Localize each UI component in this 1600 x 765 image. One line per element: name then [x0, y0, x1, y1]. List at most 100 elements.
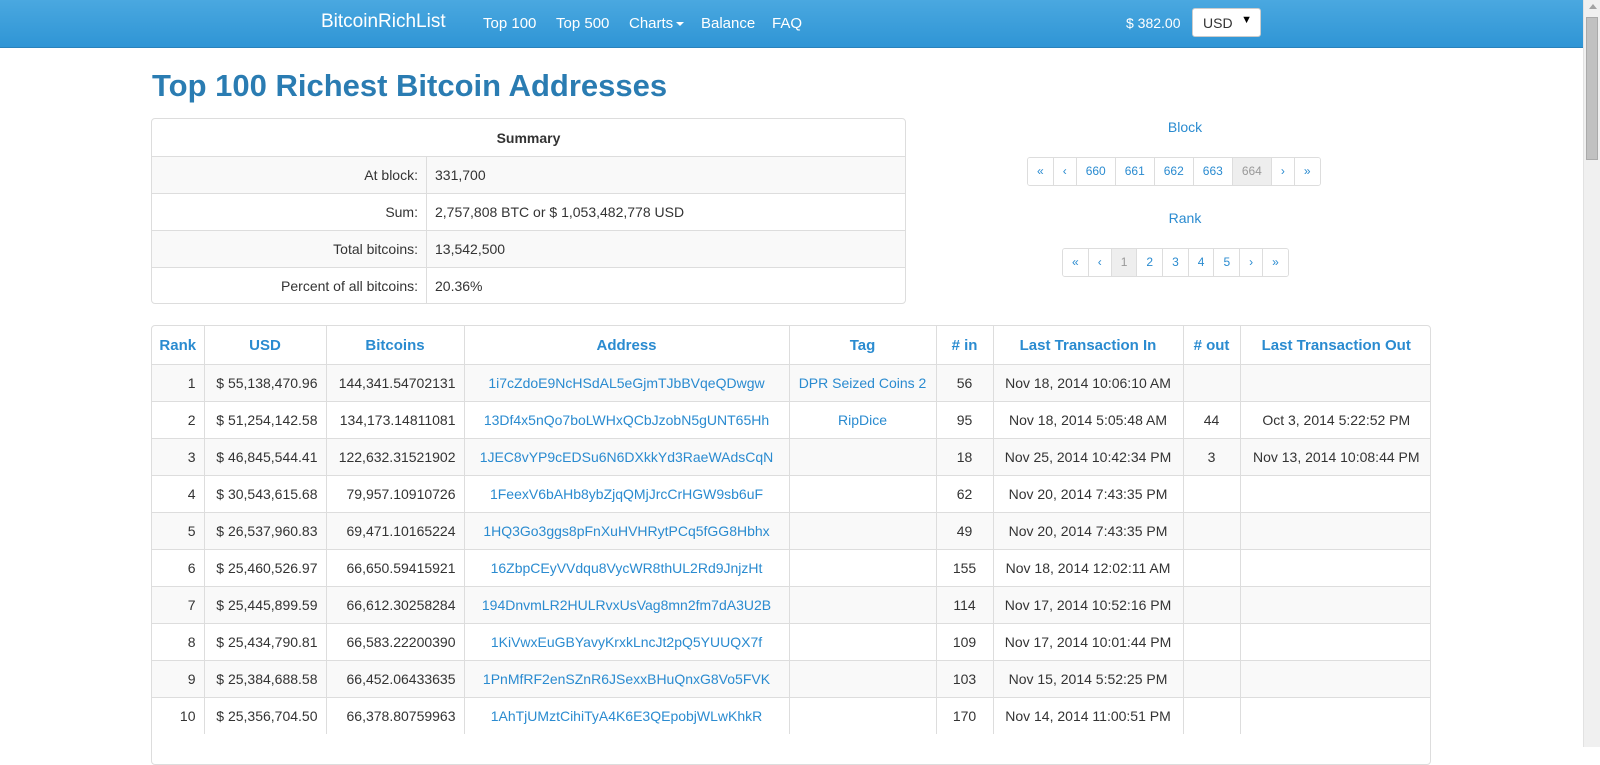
cell-num-out — [1182, 586, 1240, 624]
table-row: 1 $ 55,138,470.96 144,341.54702131 1i7cZdoE… — [152, 364, 1430, 402]
cell-rank: 5 — [152, 512, 204, 550]
nav-balance[interactable]: Balance — [701, 15, 755, 32]
rank-pager-label[interactable]: Rank — [1150, 210, 1220, 226]
cell-num-out: 44 — [1182, 401, 1240, 439]
cell-usd: $ 30,543,615.68 — [203, 475, 326, 513]
summary-value: 331,700 — [426, 156, 905, 194]
block-page-1[interactable]: ‹ — [1052, 158, 1076, 185]
column-header-num-out[interactable]: # out — [1182, 326, 1240, 365]
column-header-rank[interactable]: Rank — [152, 326, 204, 365]
cell-tag — [788, 623, 936, 661]
cell-num-in: 114 — [935, 586, 993, 624]
cell-tag — [788, 512, 936, 550]
cell-num-out — [1182, 364, 1240, 402]
summary-row: At block: 331,700 — [152, 156, 905, 194]
rank-page-5[interactable]: 4 — [1187, 249, 1214, 276]
cell-address[interactable]: 194DnvmLR2HULRvxUsVag8mn2fm7dA3U2B — [463, 586, 789, 624]
table-row: 2 $ 51,254,142.58 134,173.14811081 13Df4x5n… — [152, 401, 1430, 439]
cell-tag[interactable]: RipDice — [788, 401, 936, 439]
currency-select[interactable]: USD ▼ — [1192, 8, 1261, 37]
cell-num-out — [1182, 623, 1240, 661]
cell-bitcoins: 66,378.80759963 — [325, 697, 464, 734]
cell-tag — [788, 438, 936, 476]
column-header-usd[interactable]: USD — [203, 326, 326, 365]
cell-bitcoins: 134,173.14811081 — [325, 401, 464, 439]
brand-logo[interactable]: BitcoinRichList — [321, 11, 446, 33]
block-page-5[interactable]: 663 — [1192, 158, 1232, 185]
block-page-2[interactable]: 660 — [1075, 158, 1115, 185]
table-header-row: Rank USD Bitcoins Address Tag # in Last Transa… — [152, 326, 1430, 365]
nav-top-500[interactable]: Top 500 — [556, 15, 609, 32]
block-page-8[interactable]: » — [1293, 158, 1320, 185]
column-header-num-in[interactable]: # in — [935, 326, 993, 365]
column-header-last-tx-out[interactable]: Last Transaction Out — [1239, 326, 1430, 365]
cell-bitcoins: 69,471.10165224 — [325, 512, 464, 550]
rank-page-0[interactable]: « — [1063, 249, 1088, 276]
block-page-3[interactable]: 661 — [1114, 158, 1154, 185]
cell-num-in: 18 — [935, 438, 993, 476]
cell-last-tx-in: Nov 17, 2014 10:01:44 PM — [992, 623, 1183, 661]
nav-faq[interactable]: FAQ — [772, 15, 802, 32]
cell-num-in: 62 — [935, 475, 993, 513]
scroll-up-icon[interactable] — [1589, 4, 1597, 9]
cell-tag — [788, 697, 936, 734]
block-pager-label[interactable]: Block — [1150, 119, 1220, 135]
richlist-table-wrap: Rank USD Bitcoins Address Tag # in Last Transa… — [151, 325, 1431, 765]
cell-address[interactable]: 1HQ3Go3ggs8pFnXuHVHRytPCq5fGG8Hbhx — [463, 512, 789, 550]
richlist-table: Rank USD Bitcoins Address Tag # in Last Transa… — [152, 326, 1430, 734]
column-header-last-tx-in[interactable]: Last Transaction In — [992, 326, 1183, 365]
table-row: 8 $ 25,434,790.81 66,583.22200390 1KiVwxEuG… — [152, 623, 1430, 661]
cell-bitcoins: 122,632.31521902 — [325, 438, 464, 476]
cell-address[interactable]: 1i7cZdoE9NcHSdAL5eGjmTJbBVqeQDwgw — [463, 364, 789, 402]
summary-row: Percent of all bitcoins: 20.36% — [152, 267, 905, 303]
cell-address[interactable]: 1KiVwxEuGBYavyKrxkLncJt2pQ5YUUQX7f — [463, 623, 789, 661]
block-page-6[interactable]: 664 — [1231, 158, 1271, 185]
cell-address[interactable]: 13Df4x5nQo7boLWHxQCbJzobN5gUNT65Hh — [463, 401, 789, 439]
table-row: 4 $ 30,543,615.68 79,957.10910726 1FeexV6bA… — [152, 475, 1430, 513]
cell-last-tx-out — [1239, 697, 1430, 734]
rank-page-7[interactable]: › — [1239, 249, 1263, 276]
cell-last-tx-out: Oct 3, 2014 5:22:52 PM — [1239, 401, 1430, 439]
cell-usd: $ 25,434,790.81 — [203, 623, 326, 661]
cell-num-in: 49 — [935, 512, 993, 550]
column-header-address[interactable]: Address — [463, 326, 789, 365]
rank-page-2[interactable]: 1 — [1110, 249, 1137, 276]
cell-usd: $ 46,845,544.41 — [203, 438, 326, 476]
cell-last-tx-in: Nov 20, 2014 7:43:35 PM — [992, 475, 1183, 513]
page-scrollbar[interactable] — [1583, 0, 1600, 747]
rank-page-8[interactable]: » — [1262, 249, 1288, 276]
cell-address[interactable]: 1JEC8vYP9cEDSu6N6DXkkYd3RaeWAdsCqN — [463, 438, 789, 476]
cell-last-tx-in: Nov 18, 2014 5:05:48 AM — [992, 401, 1183, 439]
rank-page-4[interactable]: 3 — [1162, 249, 1188, 276]
cell-num-in: 56 — [935, 364, 993, 402]
column-header-bitcoins[interactable]: Bitcoins — [325, 326, 464, 365]
summary-label: At block: — [152, 156, 427, 194]
cell-address[interactable]: 1FeexV6bAHb8ybZjqQMjJrcCrHGW9sb6uF — [463, 475, 789, 513]
cell-address[interactable]: 1AhTjUMztCihiTyA4K6E3QEpobjWLwKhkR — [463, 697, 789, 734]
btc-price: $ 382.00 — [1126, 15, 1181, 31]
summary-table: Summary At block: 331,700 Sum: 2,757,808… — [151, 118, 906, 304]
cell-bitcoins: 66,650.59415921 — [325, 549, 464, 587]
cell-address[interactable]: 1PnMfRF2enSZnR6JSexxBHuQnxG8Vo5FVK — [463, 660, 789, 698]
block-page-0[interactable]: « — [1028, 158, 1053, 185]
rank-pagination: «‹ 1 2 3 4 5 ›» — [1062, 248, 1289, 277]
cell-address[interactable]: 16ZbpCEyVVdqu8VycWR8thUL2Rd9JnjzHt — [463, 549, 789, 587]
nav-charts[interactable]: Charts — [629, 15, 685, 32]
cell-bitcoins: 79,957.10910726 — [325, 475, 464, 513]
rank-page-6[interactable]: 5 — [1213, 249, 1240, 276]
column-header-tag[interactable]: Tag — [788, 326, 936, 365]
cell-last-tx-in: Nov 17, 2014 10:52:16 PM — [992, 586, 1183, 624]
cell-rank: 9 — [152, 660, 204, 698]
cell-tag[interactable]: DPR Seized Coins 2 — [788, 364, 936, 402]
nav-charts-label: Charts — [629, 15, 674, 32]
rank-page-3[interactable]: 2 — [1136, 249, 1163, 276]
block-page-4[interactable]: 662 — [1153, 158, 1193, 185]
cell-num-out — [1182, 660, 1240, 698]
cell-rank: 10 — [152, 697, 204, 734]
scroll-thumb[interactable] — [1586, 17, 1598, 160]
cell-num-in: 109 — [935, 623, 993, 661]
block-page-7[interactable]: › — [1270, 158, 1294, 185]
rank-page-1[interactable]: ‹ — [1087, 249, 1111, 276]
cell-last-tx-out — [1239, 364, 1430, 402]
nav-top-100[interactable]: Top 100 — [483, 15, 536, 32]
